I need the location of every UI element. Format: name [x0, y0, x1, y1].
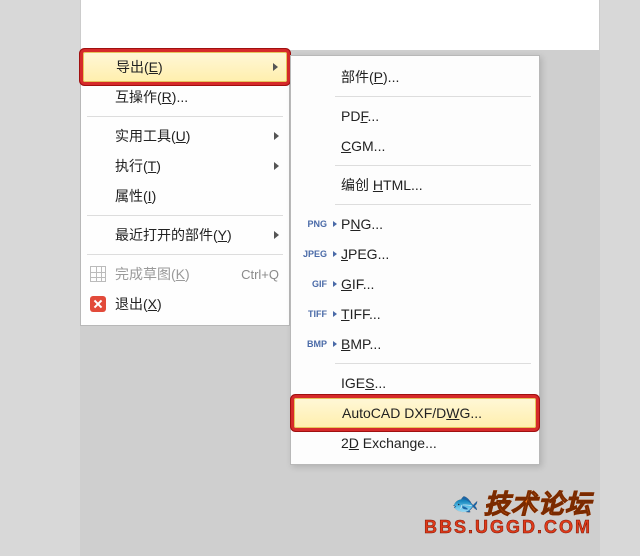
blank-icon [87, 86, 109, 108]
submenu-item-iges[interactable]: IGES... [291, 368, 539, 398]
blank-icon [87, 185, 109, 207]
submenu-label: AutoCAD DXF/DWG... [342, 405, 528, 421]
menu-item-execute[interactable]: 执行(T) [81, 151, 289, 181]
menu-item-interop[interactable]: 互操作(R)... [81, 82, 289, 112]
submenu-item-autocad-dxf-dwg[interactable]: AutoCAD DXF/DWG... [294, 398, 536, 428]
chevron-right-icon [274, 132, 279, 140]
menu-label: 实用工具(U) [115, 126, 268, 146]
submenu-label: TIFF... [341, 306, 529, 322]
menu-item-finish-sketch[interactable]: 完成草图(K) Ctrl+Q [81, 259, 289, 289]
file-menu: 导出(E) 互操作(R)... 实用工具(U) 执行(T) 属性(I) 最 [80, 50, 290, 326]
submenu-item-cgm[interactable]: CGM... [291, 131, 539, 161]
chevron-right-icon [274, 162, 279, 170]
menu-separator [335, 96, 531, 97]
submenu-label: PDF... [341, 108, 529, 124]
export-submenu: 部件(P)... PDF... CGM... 编创 HTML... PNG PN… [290, 55, 540, 465]
triangle-icon [333, 341, 337, 347]
grid-icon [87, 263, 109, 285]
triangle-icon [333, 221, 337, 227]
jpeg-icon: JPEG [297, 249, 331, 259]
chevron-right-icon [274, 231, 279, 239]
menu-label: 执行(T) [115, 156, 268, 176]
gif-icon: GIF [297, 279, 331, 289]
menu-item-recent[interactable]: 最近打开的部件(Y) [81, 220, 289, 250]
menu-label: 互操作(R)... [115, 87, 279, 107]
close-icon [87, 293, 109, 315]
tiff-icon: TIFF [297, 309, 331, 319]
app-content-background [80, 0, 600, 50]
submenu-label: 部件(P)... [341, 67, 529, 87]
submenu-label: 2D Exchange... [341, 435, 529, 451]
watermark-line2: BBS.UGGD.COM [424, 518, 592, 538]
menu-label: 完成草图(K) [115, 264, 233, 284]
menu-item-export[interactable]: 导出(E) [83, 52, 287, 82]
watermark: 🐟 技术论坛 BBS.UGGD.COM [424, 490, 592, 538]
menu-item-utilities[interactable]: 实用工具(U) [81, 121, 289, 151]
menu-separator [335, 165, 531, 166]
menu-separator [335, 363, 531, 364]
submenu-item-2d-exchange[interactable]: 2D Exchange... [291, 428, 539, 458]
bmp-icon: BMP [297, 339, 331, 349]
menu-item-exit[interactable]: 退出(X) [81, 289, 289, 319]
submenu-item-pdf[interactable]: PDF... [291, 101, 539, 131]
export-icon [88, 56, 110, 78]
png-icon: PNG [297, 219, 331, 229]
submenu-label: JPEG... [341, 246, 529, 262]
menu-shortcut: Ctrl+Q [241, 267, 279, 282]
submenu-label: IGES... [341, 375, 529, 391]
blank-icon [87, 224, 109, 246]
fish-icon: 🐟 [452, 492, 480, 516]
blank-icon [87, 155, 109, 177]
chevron-right-icon [273, 63, 278, 71]
menu-separator [87, 254, 283, 255]
menu-label: 退出(X) [115, 294, 279, 314]
menu-separator [87, 215, 283, 216]
menu-item-properties[interactable]: 属性(I) [81, 181, 289, 211]
submenu-item-part[interactable]: 部件(P)... [291, 62, 539, 92]
submenu-label: GIF... [341, 276, 529, 292]
submenu-item-html[interactable]: 编创 HTML... [291, 170, 539, 200]
submenu-label: 编创 HTML... [341, 175, 529, 195]
submenu-item-tiff[interactable]: TIFF TIFF... [291, 299, 539, 329]
menu-separator [87, 116, 283, 117]
blank-icon [87, 125, 109, 147]
menu-label: 最近打开的部件(Y) [115, 225, 268, 245]
submenu-label: PNG... [341, 216, 529, 232]
submenu-item-bmp[interactable]: BMP BMP... [291, 329, 539, 359]
menu-label: 导出(E) [116, 57, 267, 77]
submenu-label: CGM... [341, 138, 529, 154]
watermark-line1: 🐟 技术论坛 [424, 490, 592, 519]
triangle-icon [333, 251, 337, 257]
triangle-icon [333, 311, 337, 317]
menu-label: 属性(I) [115, 186, 279, 206]
menu-separator [335, 204, 531, 205]
submenu-item-jpeg[interactable]: JPEG JPEG... [291, 239, 539, 269]
submenu-label: BMP... [341, 336, 529, 352]
submenu-item-gif[interactable]: GIF GIF... [291, 269, 539, 299]
submenu-item-png[interactable]: PNG PNG... [291, 209, 539, 239]
triangle-icon [333, 281, 337, 287]
